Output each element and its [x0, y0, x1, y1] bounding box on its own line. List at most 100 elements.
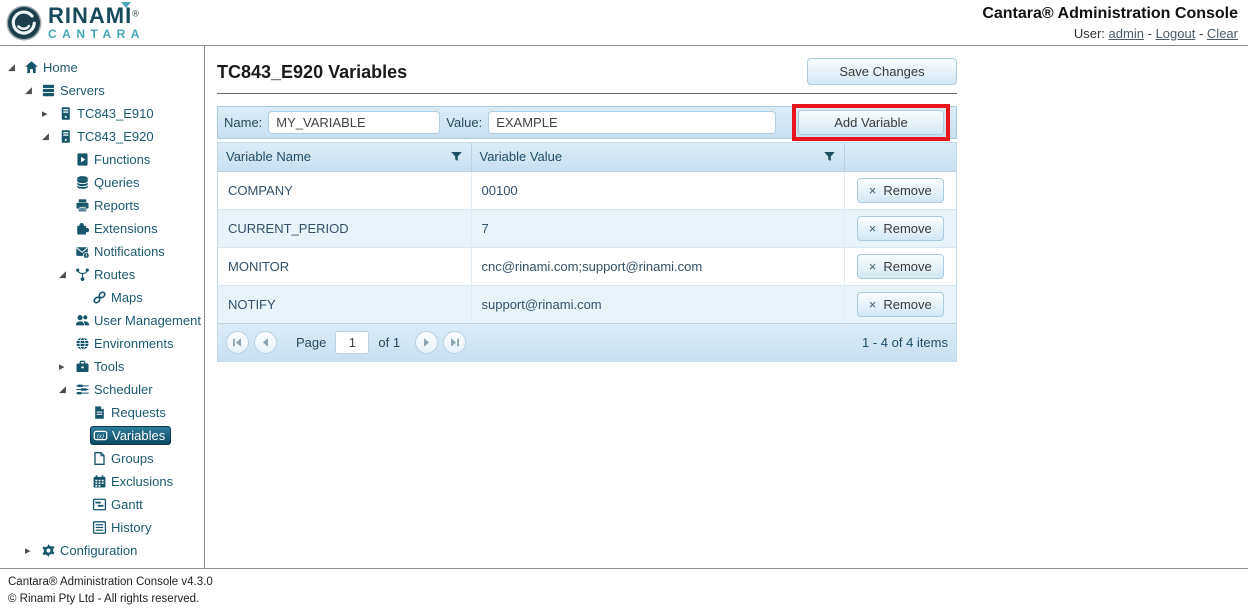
sidebar-item-exclusions[interactable]: Exclusions	[0, 470, 204, 493]
notifications-icon	[75, 244, 90, 259]
expander-expanded-icon[interactable]: ◢	[25, 85, 39, 96]
expander-collapsed-icon[interactable]: ▸	[42, 107, 56, 120]
sidebar-item-variables[interactable]: (x)Variables	[0, 424, 204, 447]
sidebar-item-servers[interactable]: ◢Servers	[0, 79, 204, 102]
tree-node-label: Home	[43, 60, 78, 75]
home-icon	[24, 60, 39, 75]
tree-node-configuration[interactable]: Configuration	[39, 542, 142, 559]
tree-node-tc843-e910[interactable]: TC843_E910	[56, 105, 159, 122]
tree-node-requests[interactable]: Requests	[90, 404, 171, 421]
title-separator	[217, 93, 957, 94]
tree-node-label: Exclusions	[111, 474, 173, 489]
pager-prev-button[interactable]	[254, 331, 277, 354]
groups-icon	[92, 451, 107, 466]
tree-node-routes[interactable]: Routes	[73, 266, 140, 283]
sidebar-item-extensions[interactable]: Extensions	[0, 217, 204, 240]
sidebar-item-requests[interactable]: Requests	[0, 401, 204, 424]
tree-node-servers[interactable]: Servers	[39, 82, 110, 99]
tree-node-environments[interactable]: Environments	[73, 335, 178, 352]
tree-node-user-management[interactable]: User Management	[73, 312, 205, 329]
history-icon	[92, 520, 107, 535]
caret-first-icon	[232, 337, 243, 348]
sidebar-item-scheduler[interactable]: ◢Scheduler	[0, 378, 204, 401]
tree-node-functions[interactable]: Functions	[73, 151, 155, 168]
sidebar-item-reports[interactable]: Reports	[0, 194, 204, 217]
expander-expanded-icon[interactable]: ◢	[42, 131, 56, 142]
registered-mark: ®	[132, 9, 139, 19]
remove-button[interactable]: ×Remove	[857, 178, 944, 203]
pager-last-button[interactable]	[443, 331, 466, 354]
user-name-link[interactable]: admin	[1109, 26, 1144, 41]
table-row: NOTIFYsupport@rinami.com×Remove	[218, 285, 956, 323]
remove-button[interactable]: ×Remove	[857, 254, 944, 279]
variable-value-input[interactable]	[488, 111, 776, 134]
tree-node-scheduler[interactable]: Scheduler	[73, 381, 158, 398]
tree-node-queries[interactable]: Queries	[73, 174, 145, 191]
remove-button[interactable]: ×Remove	[857, 292, 944, 317]
save-changes-button[interactable]: Save Changes	[807, 58, 957, 85]
page-label: Page	[296, 335, 326, 350]
clear-link[interactable]: Clear	[1207, 26, 1238, 41]
sidebar-item-routes[interactable]: ◢Routes	[0, 263, 204, 286]
sidebar-item-groups[interactable]: Groups	[0, 447, 204, 470]
tree-node-label: Environments	[94, 336, 173, 351]
sidebar-item-environments[interactable]: Environments	[0, 332, 204, 355]
tree-node-variables[interactable]: (x)Variables	[90, 426, 171, 445]
variable-name-input[interactable]	[268, 111, 440, 134]
sidebar-item-home[interactable]: ◢ Home	[0, 56, 204, 79]
filter-icon[interactable]	[450, 150, 463, 163]
pager-first-button[interactable]	[226, 331, 249, 354]
expander-expanded-icon[interactable]: ◢	[59, 269, 73, 280]
sidebar-item-functions[interactable]: Functions	[0, 148, 204, 171]
annotation-highlight: Add Variable	[792, 104, 950, 141]
tree-node-label: Gantt	[111, 497, 143, 512]
tree-node-label: Requests	[111, 405, 166, 420]
sidebar-item-user-management[interactable]: User Management	[0, 309, 204, 332]
sidebar-item-tools[interactable]: ▸Tools	[0, 355, 204, 378]
tree-node-notifications[interactable]: Notifications	[73, 243, 170, 260]
add-variable-toolbar: Name: Value: Add Variable	[217, 106, 957, 139]
add-variable-button[interactable]: Add Variable	[798, 110, 944, 135]
sidebar-item-configuration[interactable]: ▸Configuration	[0, 539, 204, 562]
gantt-icon	[92, 497, 107, 512]
sidebar-item-tc843-e920[interactable]: ◢TC843_E920	[0, 125, 204, 148]
expander-collapsed-icon[interactable]: ▸	[59, 360, 73, 373]
table-row: CURRENT_PERIOD7×Remove	[218, 209, 956, 247]
row-actions-cell: ×Remove	[844, 209, 956, 247]
tree-node-exclusions[interactable]: Exclusions	[90, 473, 178, 490]
tree-node-history[interactable]: History	[90, 519, 156, 536]
tree-node-label: Extensions	[94, 221, 158, 236]
tree-node-gantt[interactable]: Gantt	[90, 496, 148, 513]
column-header-variable-value[interactable]: Variable Value	[471, 143, 844, 171]
sidebar-item-history[interactable]: History	[0, 516, 204, 539]
sidebar-item-notifications[interactable]: Notifications	[0, 240, 204, 263]
tree-node-home[interactable]: Home	[22, 59, 83, 76]
tree-node-groups[interactable]: Groups	[90, 450, 159, 467]
tree-node-label: TC843_E910	[77, 106, 154, 121]
tree-node-extensions[interactable]: Extensions	[73, 220, 163, 237]
page-number-input[interactable]	[335, 331, 369, 354]
routes-icon	[75, 267, 90, 282]
logout-link[interactable]: Logout	[1156, 26, 1196, 41]
sidebar-item-queries[interactable]: Queries	[0, 171, 204, 194]
expander-expanded-icon[interactable]: ◢	[59, 384, 73, 395]
footer-version-text: Cantara® Administration Console v4.3.0	[8, 574, 1240, 591]
variable-name-cell: NOTIFY	[218, 285, 471, 323]
tree-node-tools[interactable]: Tools	[73, 358, 129, 375]
sidebar-item-gantt[interactable]: Gantt	[0, 493, 204, 516]
expander-collapsed-icon[interactable]: ▸	[25, 544, 39, 557]
sidebar-item-maps[interactable]: Maps	[0, 286, 204, 309]
tree-node-reports[interactable]: Reports	[73, 197, 145, 214]
tree-node-maps[interactable]: Maps	[90, 289, 148, 306]
sidebar-item-tc843-e910[interactable]: ▸ TC843_E910	[0, 102, 204, 125]
tree-node-tc843-e920[interactable]: TC843_E920	[56, 128, 159, 145]
pager-next-button[interactable]	[415, 331, 438, 354]
variable-name-cell: COMPANY	[218, 171, 471, 209]
remove-button[interactable]: ×Remove	[857, 216, 944, 241]
filter-icon[interactable]	[823, 150, 836, 163]
maps-icon	[92, 290, 107, 305]
brand-triangle-icon	[121, 2, 131, 8]
brand-secondary-text: CANTARA	[48, 28, 145, 40]
column-header-variable-name[interactable]: Variable Name	[218, 143, 471, 171]
expander-expanded-icon[interactable]: ◢	[8, 62, 22, 73]
